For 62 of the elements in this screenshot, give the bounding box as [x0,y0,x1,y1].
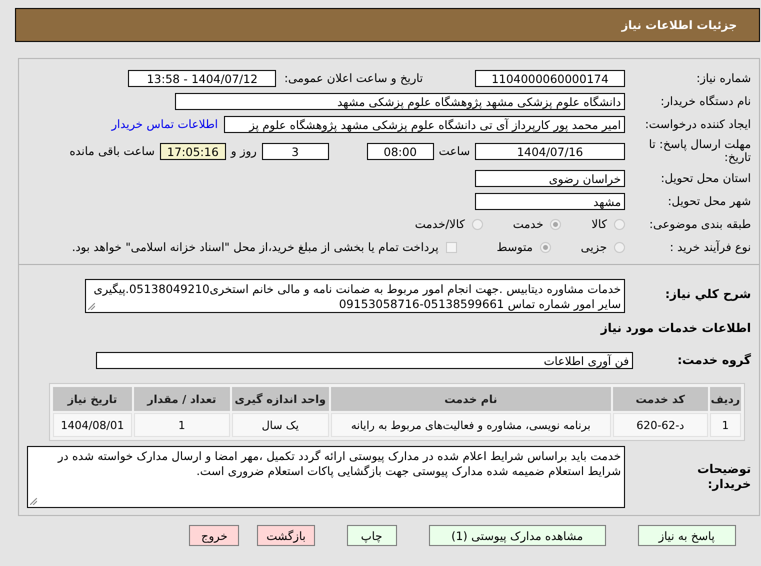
column-header: ردیف [710,387,741,411]
resize-grip-icon[interactable] [88,303,95,310]
column-header: واحد اندازه گیری [232,387,329,411]
resize-grip-icon[interactable] [30,498,37,505]
column-header: تعداد / مقدار [134,387,230,411]
field-label: توضیحات خریدار: [696,462,751,492]
option-label: کالا/خدمت [414,217,465,231]
field-label: طبقه بندی موضوعی: [648,217,751,231]
action-button[interactable]: پاسخ به نیاز [638,525,736,546]
field-label: استان محل تحویل: [660,171,751,185]
table-cell: د-62-620 [612,413,708,437]
text-field[interactable]: خراسان رضوی [475,170,625,186]
table-cell: 1 [710,413,741,437]
action-button[interactable]: بازگشت [257,525,315,546]
text-field[interactable]: 1404/07/16 [475,142,625,160]
radio-button[interactable] [540,242,551,252]
table-cell: برنامه نویسی، مشاوره و فعالیت‌های مربوط به رایانه [330,413,611,437]
page-title: جزئیات اطلاعات نیاز [621,18,737,32]
checkbox[interactable] [446,242,457,252]
radio-button[interactable] [550,218,562,230]
notes-field[interactable]: خدمت باید براساس شرایط اعلام شده در مدارک پیوستی ارائه گردد تکمیل ،مهر امضا و ارسال مدارک خواسته شده در شرایط استعلام ضمیمه شده مدارک پیوستی جهت بازگشایی پاکات استعلام ضروری است. [27,446,625,508]
table-cell: 1404/08/01 [53,413,132,437]
contact-link[interactable]: اطلاعات تماس خریدار [111,117,218,131]
field-label: نام دستگاه خریدار: [659,94,751,108]
column-header: نام خدمت [330,387,611,411]
field-label: ایجاد کننده درخواست: [644,117,751,131]
field-label: شهر محل تحویل: [666,194,751,208]
radio-button[interactable] [472,218,483,230]
column-header: تاریخ نیاز [53,387,132,411]
radio-button[interactable] [614,218,625,230]
field-label: تاریخ و ساعت اعلان عمومی: [284,71,423,85]
text-field[interactable]: امیر محمد پور کارپرداز آی تی دانشگاه علوم پزشکی مشهد پژوهشگاه علوم پز [224,116,625,132]
field-label: مهلت ارسال پاسخ: تا تاریخ: [648,138,751,164]
option-label: متوسط [496,240,533,254]
column-header: کد خدمت [612,387,708,411]
option-label: خدمت [512,217,544,231]
option-label: کالا [591,217,607,231]
text-field[interactable]: 08:00 [366,142,434,160]
text-field[interactable]: دانشگاه علوم پزشکی مشهد پژوهشگاه علوم پزشکی مشهد [175,92,625,110]
action-button[interactable]: چاپ [346,525,397,546]
text-field[interactable]: 1404/07/12 - 13:58 [128,70,276,86]
field-label: شرح کلي نياز: [664,287,751,301]
text-field[interactable]: مشهد [475,192,625,210]
section-title: اطلاعات خدمات مورد نیاز [599,321,751,335]
table-cell: یک سال [232,413,329,437]
text-field[interactable]: فن آوری اطلاعات [96,352,633,368]
field-label: گروه خدمت: [676,353,751,367]
field-label: روز و [230,144,257,158]
field-label: ساعت باقی مانده [70,144,155,158]
field-label: شماره نیاز: [695,71,751,85]
description-field[interactable]: خدمات مشاوره دیتابیس .جهت انجام امور مربوط به ضمانت نامه و مالی خانم استخری05138049210.پیگیری سایر امور شماره تماس 05138599661-09153058716 [85,279,625,313]
table-cell: 1 [134,413,230,437]
countdown-timer: 17:05:16 [160,142,226,160]
option-label: جزیی [580,240,607,254]
action-button[interactable]: مشاهده مدارک پیوستی (1) [428,525,606,546]
checkbox-label: پرداخت تمام یا بخشی از مبلغ خرید،از محل "اسناد خزانه اسلامی" خواهد بود. [72,240,439,254]
text-field[interactable]: 3 [262,142,329,160]
action-button[interactable]: خروج [189,525,240,546]
field-label: نوع فرآیند خرید : [668,240,751,254]
text-field[interactable]: 1104000060000174 [475,70,625,86]
field-label: ساعت [438,144,470,158]
radio-button[interactable] [614,242,625,252]
